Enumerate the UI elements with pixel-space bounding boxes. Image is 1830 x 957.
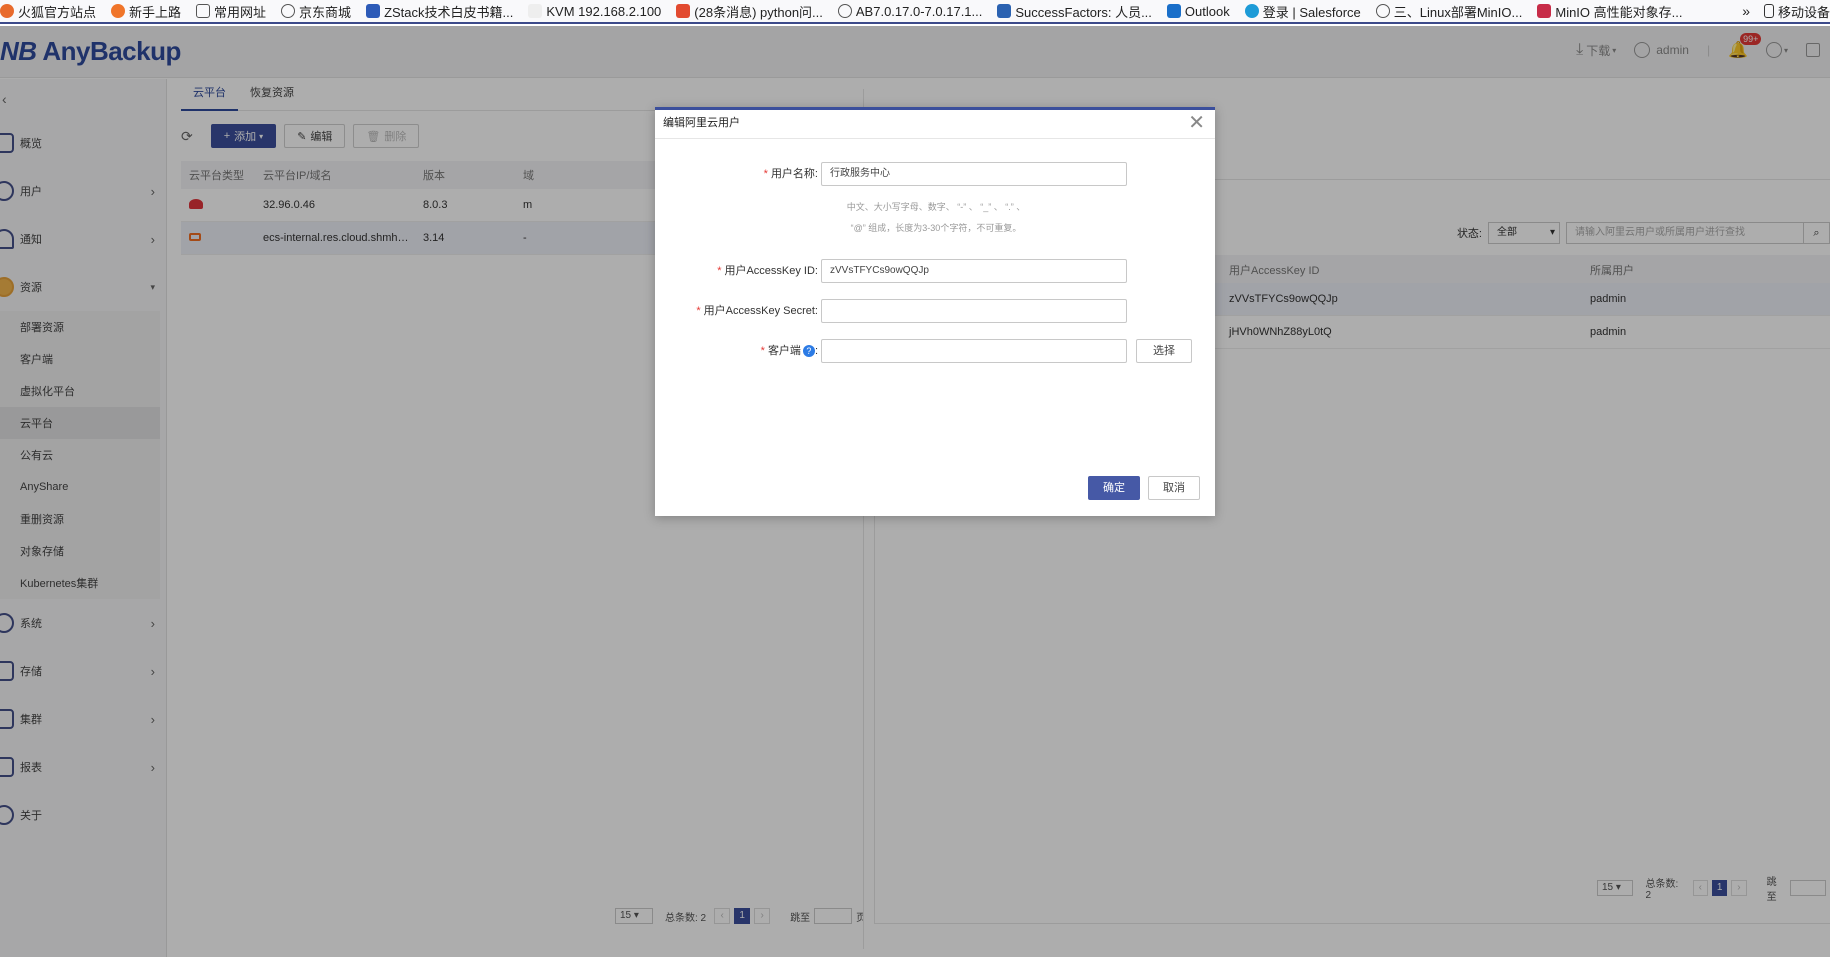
globe-icon <box>1375 4 1390 18</box>
chevron-double-right-icon[interactable]: » <box>1742 3 1750 19</box>
bookmark-item[interactable]: 火狐官方站点 <box>0 2 96 21</box>
bookmark-item[interactable]: AB7.0.17.0-7.0.17.1... <box>837 3 983 19</box>
bookmark-item[interactable]: 新手上路 <box>111 2 181 21</box>
bookmarks-overflow: » 移动设备 <box>1742 0 1830 22</box>
bookmark-label: 移动设备 <box>1777 4 1830 20</box>
close-icon[interactable]: ✕ <box>1188 113 1205 133</box>
name-label: * 用户名称: <box>764 162 818 186</box>
bookmark-icon <box>0 4 14 18</box>
bookmark-label: MinIO 高性能对象存... <box>1555 4 1683 20</box>
bookmark-item[interactable]: 移动设备 <box>1763 2 1830 21</box>
help-icon[interactable]: ? <box>802 345 815 357</box>
bookmark-item[interactable]: (28条消息) python问... <box>676 2 823 21</box>
bookmark-item[interactable]: MinIO 高性能对象存... <box>1537 2 1682 21</box>
client-row: * 客户端?: 选择 <box>655 339 1215 363</box>
required-marker: * <box>717 265 722 277</box>
client-label: * 客户端?: <box>760 345 818 357</box>
globe-icon <box>281 4 296 18</box>
bookmark-label: 三、Linux部署MinIO... <box>1393 4 1523 20</box>
firefox-icon <box>111 4 126 18</box>
name-input[interactable]: 行政服务中心 <box>821 162 1127 186</box>
bookmarks-bar: 火狐官方站点 新手上路 常用网址 京东商城 ZStack技术白皮书籍... KV… <box>0 0 1830 24</box>
bookmark-label: 京东商城 <box>299 4 352 20</box>
accesskey-secret-row: * 用户AccessKey Secret: <box>655 299 1215 323</box>
bookmark-item[interactable]: 京东商城 <box>281 2 351 21</box>
bookmark-item[interactable]: 三、Linux部署MinIO... <box>1375 2 1523 21</box>
required-marker: * <box>760 345 765 357</box>
accesskey-secret-label-text: 用户AccessKey Secret: <box>703 305 818 317</box>
accesskey-id-label-text: 用户AccessKey ID: <box>724 265 818 277</box>
bookmark-item[interactable]: 登录 | Salesforce <box>1244 2 1361 21</box>
bookmark-item[interactable]: SuccessFactors: 人员... <box>997 2 1152 21</box>
bookmark-item[interactable]: 常用网址 <box>196 2 266 21</box>
accesskey-id-input[interactable]: zVVsTFYCs9owQQJp <box>821 259 1127 283</box>
dialog-footer: 确定 取消 <box>1080 476 1200 500</box>
select-client-button[interactable]: 选择 <box>1136 339 1192 363</box>
bookmark-item[interactable]: KVM 192.168.2.100 <box>528 4 661 19</box>
outlook-icon <box>1166 4 1181 18</box>
name-label-text: 用户名称: <box>770 168 818 180</box>
dialog-title: 编辑阿里云用户 <box>655 110 1215 139</box>
bookmark-label: (28条消息) python问... <box>694 4 823 20</box>
bookmark-label: Outlook <box>1184 3 1230 19</box>
edit-aliyun-user-dialog: 编辑阿里云用户 ✕ * 用户名称: 行政服务中心 中文、大小写字母、数字、 “-”… <box>655 107 1215 516</box>
client-label-text: 客户端 <box>767 345 801 357</box>
required-marker: * <box>696 305 701 317</box>
required-marker: * <box>763 168 768 180</box>
name-hint: 中文、大小写字母、数字、 “-” 、 “_” 、 “.” 、 <box>846 202 1026 212</box>
salesforce-icon <box>1244 4 1259 18</box>
bookmark-label: ZStack技术白皮书籍... <box>384 4 514 20</box>
bookmark-label: 火狐官方站点 <box>18 4 97 20</box>
bookmark-label: 新手上路 <box>129 4 182 20</box>
bookmark-label: KVM 192.168.2.100 <box>546 3 662 19</box>
name-row: * 用户名称: 行政服务中心 <box>655 162 1215 186</box>
folder-icon <box>196 4 211 18</box>
bookmark-item[interactable]: ZStack技术白皮书籍... <box>366 2 513 21</box>
accesskey-id-label: * 用户AccessKey ID: <box>717 259 818 283</box>
accesskey-secret-label: * 用户AccessKey Secret: <box>696 299 818 323</box>
csdn-icon <box>676 4 691 18</box>
page: 火狐官方站点 新手上路 常用网址 京东商城 ZStack技术白皮书籍... KV… <box>0 0 1830 957</box>
bookmark-label: 登录 | Salesforce <box>1262 4 1361 20</box>
bookmark-label: SuccessFactors: 人员... <box>1015 4 1152 20</box>
zstack-icon <box>366 4 381 18</box>
page-icon <box>528 4 543 18</box>
cancel-button[interactable]: 取消 <box>1148 476 1200 500</box>
minio-icon <box>1537 4 1552 18</box>
bookmark-label: AB7.0.17.0-7.0.17.1... <box>855 3 983 19</box>
globe-icon <box>837 4 852 18</box>
client-input[interactable] <box>821 339 1127 363</box>
accesskey-id-row: * 用户AccessKey ID: zVVsTFYCs9owQQJp <box>655 259 1215 283</box>
mobile-icon <box>1763 4 1774 18</box>
confirm-button[interactable]: 确定 <box>1088 476 1140 500</box>
name-hint: “@” 组成，长度为3-30个字符，不可重复。 <box>850 223 1022 233</box>
sf-icon <box>997 4 1012 18</box>
accesskey-secret-input[interactable] <box>821 299 1127 323</box>
bookmark-item[interactable]: Outlook <box>1166 3 1230 19</box>
bookmark-label: 常用网址 <box>214 4 267 20</box>
